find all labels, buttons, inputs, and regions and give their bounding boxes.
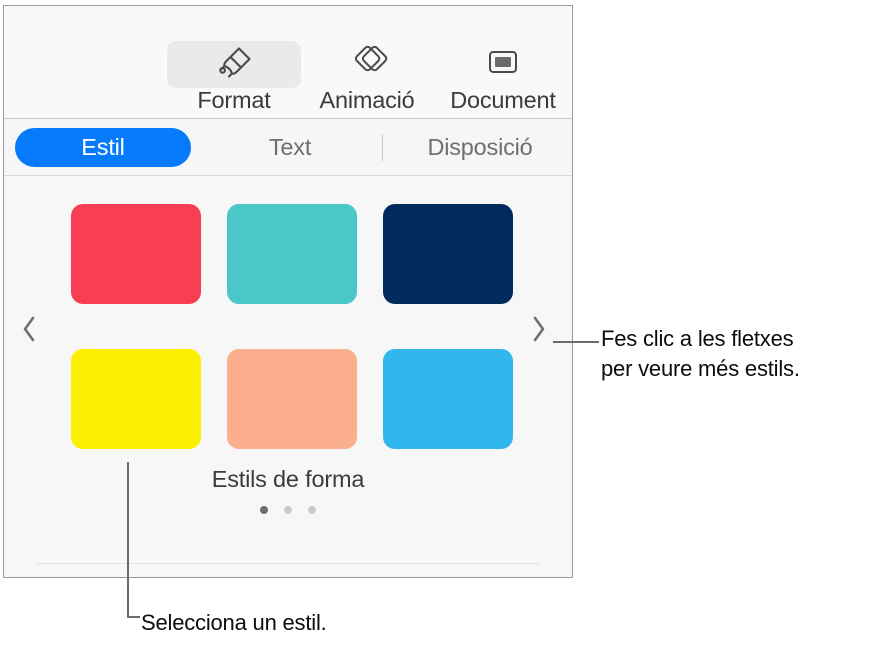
format-inspector-panel: Format Animació Document Estil Text Disp… [3, 5, 573, 578]
callout-select-style-text: Selecciona un estil. [141, 610, 327, 635]
style-picker-caption: Estils de forma [211, 466, 365, 492]
swatch-navy[interactable] [383, 204, 513, 304]
format-button-pill [167, 41, 301, 88]
style-picker-page-dots [4, 506, 572, 514]
inspector-tab-bar: Estil Text Disposició [4, 119, 572, 176]
paintbrush-icon [214, 44, 254, 85]
chevron-left-icon[interactable] [12, 308, 46, 350]
header-button-document-label: Document [450, 87, 556, 113]
header-button-animacio-label: Animació [319, 87, 415, 113]
swatch-skyblue[interactable] [383, 349, 513, 449]
swatch-yellow[interactable] [71, 349, 201, 449]
tab-disposicio[interactable]: Disposició [400, 128, 560, 167]
shape-style-picker: Estils de forma [4, 176, 572, 577]
header-button-format-label: Format [197, 87, 271, 113]
callout-leader-select-vertical [127, 462, 129, 617]
style-swatch-grid [71, 204, 513, 449]
tab-text[interactable]: Text [220, 128, 360, 167]
header-button-animacio[interactable]: Animació [307, 41, 427, 115]
callout-arrows-text: Fes clic a les fletxes per veure més est… [601, 326, 800, 381]
chevron-right-icon[interactable] [522, 308, 556, 350]
inspector-header: Format Animació Document [4, 6, 572, 119]
page-dot-2[interactable] [284, 506, 292, 514]
animacio-button-pill [307, 41, 441, 88]
swatch-peach[interactable] [227, 349, 357, 449]
swatch-teal[interactable] [227, 204, 357, 304]
page-dot-3[interactable] [308, 506, 316, 514]
tab-separator [382, 134, 383, 161]
swatch-red[interactable] [71, 204, 201, 304]
callout-leader-select-horizontal [127, 616, 140, 618]
page-dot-1[interactable] [260, 506, 268, 514]
document-button-pill [436, 41, 570, 88]
animation-diamonds-icon [352, 43, 396, 86]
document-slide-icon [486, 47, 520, 82]
callout-leader-arrows [553, 341, 599, 343]
header-button-document[interactable]: Document [435, 41, 571, 115]
tab-estil[interactable]: Estil [15, 128, 191, 167]
header-button-format[interactable]: Format [165, 41, 303, 115]
panel-bottom-divider [37, 563, 539, 564]
